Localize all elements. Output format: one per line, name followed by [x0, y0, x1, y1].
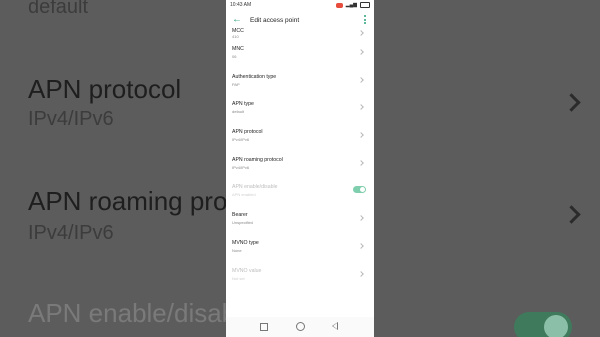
background-left-panel: default APN protocol IPv4/IPv6 APN roami…	[0, 0, 226, 337]
setting-label: APN protocol	[232, 129, 263, 136]
setting-item-mvno-type[interactable]: MVNO type None	[226, 236, 374, 264]
setting-item-apn-type[interactable]: APN type default	[226, 97, 374, 125]
chevron-right-icon	[358, 159, 364, 166]
setting-item-mcc[interactable]: MCC 410	[226, 28, 374, 42]
setting-value: 06	[232, 54, 237, 59]
setting-label: MNC	[232, 46, 244, 52]
setting-label: APN enable/disable	[232, 184, 278, 191]
chevron-right-icon	[562, 93, 581, 112]
setting-value: None	[232, 247, 242, 253]
setting-item-bearer[interactable]: Bearer Unspecified	[226, 208, 374, 236]
bg-top-value: default	[28, 0, 89, 18]
chevron-right-icon	[358, 76, 364, 83]
setting-label: Bearer	[232, 212, 248, 219]
home-icon[interactable]	[296, 322, 305, 331]
app-bar: ← Edit access point	[226, 10, 374, 32]
chevron-right-icon	[358, 30, 364, 36]
setting-label: MVNO type	[232, 239, 259, 246]
status-bar: 10:43 AM ▂▄▆	[226, 0, 374, 10]
setting-item-apn-roaming-protocol[interactable]: APN roaming protocol IPv4/IPv6	[226, 153, 374, 181]
back-triangle-icon[interactable]	[332, 322, 338, 330]
setting-value: Not set	[232, 275, 245, 281]
apn-enable-toggle[interactable]	[353, 186, 366, 194]
bg-item-label: APN protocol	[28, 74, 182, 104]
setting-label: APN type	[232, 101, 254, 108]
page-title: Edit access point	[250, 17, 300, 24]
chevron-right-icon	[358, 270, 364, 277]
setting-label: APN roaming protocol	[232, 156, 283, 163]
bg-item-value: IPv4/IPv6	[28, 108, 114, 130]
navigation-bar	[226, 317, 374, 337]
setting-value: IPv4/IPv6	[232, 137, 250, 143]
setting-item-apn-enable[interactable]: APN enable/disable APN enabled	[226, 180, 374, 208]
setting-value: default	[232, 109, 245, 115]
background-right-panel	[374, 0, 600, 337]
setting-value: PAP	[232, 81, 240, 87]
phone-screen: 10:43 AM ▂▄▆ ← Edit access point MCC 410…	[226, 0, 374, 337]
setting-item-mnc[interactable]: MNC 06	[226, 42, 374, 70]
setting-value: Unspecified	[232, 220, 253, 226]
chevron-right-icon	[358, 132, 364, 138]
toggle-switch	[514, 312, 572, 337]
more-vertical-icon[interactable]	[364, 15, 366, 24]
status-time: 10:43 AM	[230, 2, 252, 8]
battery-icon	[360, 2, 370, 8]
bg-item-label: APN enable/disab	[28, 298, 226, 328]
chevron-right-icon	[358, 242, 364, 249]
chevron-right-icon	[562, 205, 581, 224]
bg-item-label: APN roaming prot	[28, 186, 226, 216]
signal-icon: ▂▄▆	[345, 2, 357, 8]
recording-icon	[335, 2, 343, 8]
setting-value: APN enabled	[232, 192, 256, 198]
chevron-right-icon	[358, 104, 364, 111]
settings-list: MCC 410 MNC 06 Authentication type PAP A…	[226, 28, 374, 292]
setting-value: IPv4/IPv6	[232, 164, 250, 170]
setting-item-apn-protocol[interactable]: APN protocol IPv4/IPv6	[226, 125, 374, 153]
setting-item-mvno-value[interactable]: MVNO value Not set	[226, 264, 374, 292]
chevron-right-icon	[358, 215, 364, 221]
recent-apps-icon[interactable]	[260, 323, 268, 331]
setting-value: 410	[232, 34, 239, 39]
setting-label: MVNO value	[232, 267, 262, 274]
arrow-left-icon[interactable]: ←	[232, 15, 242, 25]
bg-item-value: IPv4/IPv6	[28, 222, 114, 244]
status-icons: ▂▄▆	[335, 2, 370, 8]
setting-item-authentication-type[interactable]: Authentication type PAP	[226, 70, 374, 98]
setting-label: Authentication type	[232, 73, 277, 80]
chevron-right-icon	[358, 49, 364, 55]
